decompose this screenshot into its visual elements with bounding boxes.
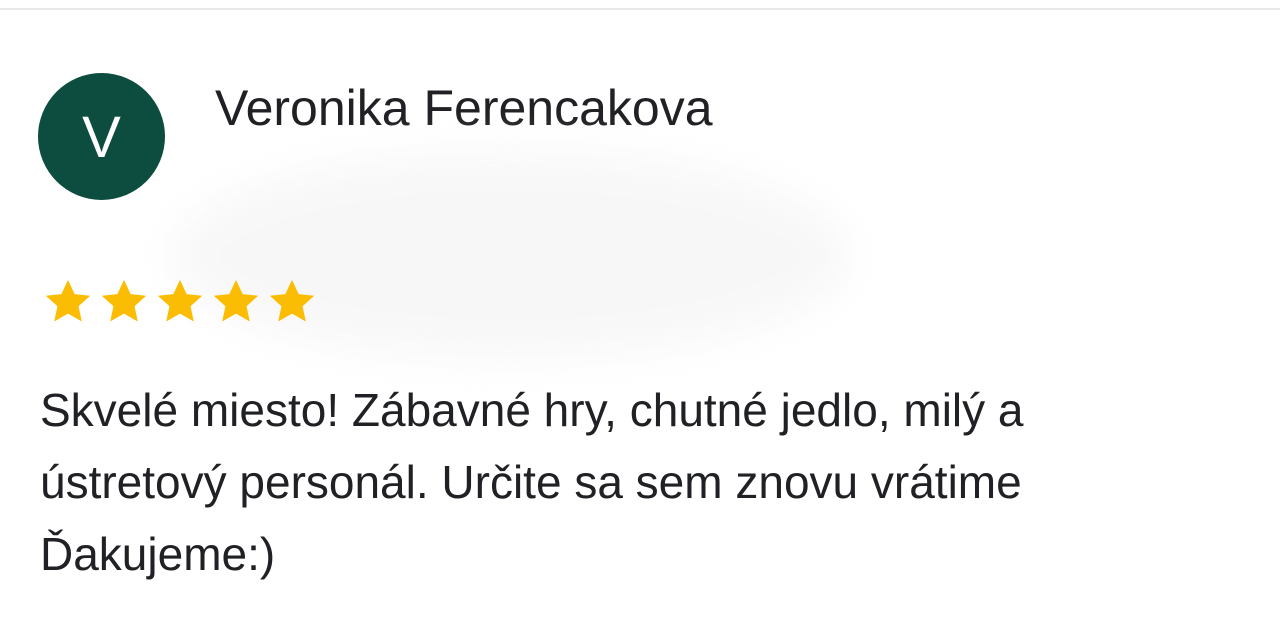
star-icon [213,279,259,322]
star-icon [269,279,315,322]
avatar[interactable]: V [38,73,165,200]
star-icon [101,279,147,322]
review-text-line: ústretový personál. Určite sa sem znovu … [40,456,1022,508]
review-card: V Veronika Ferencakova Skvelé miesto! Zá… [0,0,1280,634]
reviewer-name[interactable]: Veronika Ferencakova [215,78,713,138]
review-text: Skvelé miesto! Zábavné hry, chutné jedlo… [40,374,1280,590]
avatar-letter: V [82,104,121,170]
star-rating [40,274,320,330]
star-icon [45,279,91,322]
review-text-line: Skvelé miesto! Zábavné hry, chutné jedlo… [40,384,1024,436]
star-icon [157,279,203,322]
review-text-line: Ďakujeme:) [40,528,276,580]
